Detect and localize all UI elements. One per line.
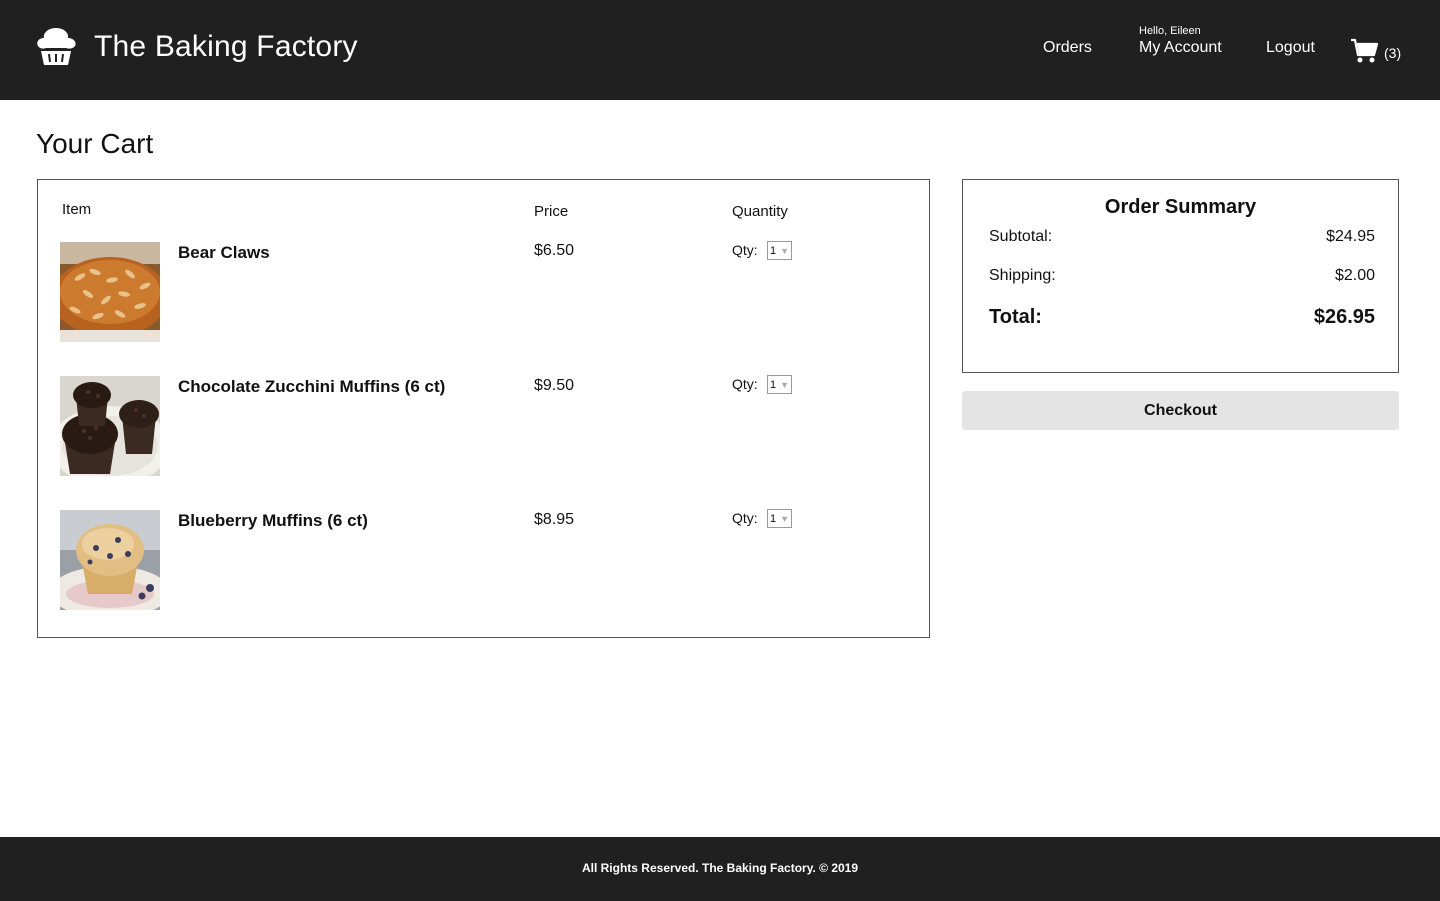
order-summary-title: Order Summary [1104,196,1257,218]
nav-my-account-link[interactable]: My Account [1139,39,1222,57]
cart-item-price: $9.50 [534,377,575,394]
qty-label: Qty: [732,510,758,526]
cart-item-row: Blueberry Muffins (6 ct) $8.95 Qty: 1 ▼ [60,509,920,610]
quantity-select[interactable]: 1 ▼ [767,241,792,260]
shipping-label: Shipping: [989,267,1056,284]
cart-item-name[interactable]: Blueberry Muffins (6 ct) [178,511,368,531]
checkout-button[interactable]: Checkout [962,391,1399,430]
brand-title[interactable]: The Baking Factory [94,30,358,64]
chevron-down-icon: ▼ [780,380,789,390]
quantity-value: 1 [770,512,777,525]
total-label: Total: [989,306,1042,328]
cart-item-row: Chocolate Zucchini Muffins (6 ct) $9.50 … [60,375,920,476]
site-footer: All Rights Reserved. The Baking Factory.… [0,837,1440,901]
shipping-value: $2.00 [1334,267,1375,284]
quantity-value: 1 [770,244,777,257]
cart-item-name[interactable]: Bear Claws [178,243,270,263]
cupcake-icon[interactable] [35,26,77,66]
cart-item-name[interactable]: Chocolate Zucchini Muffins (6 ct) [178,377,445,397]
total-value: $26.95 [1313,306,1375,328]
qty-label: Qty: [732,242,758,258]
cart-item-price: $6.50 [534,242,575,259]
cart-items-panel: Item Price Quantity Bear Claws $6.50 Qty… [37,179,930,638]
quantity-select[interactable]: 1 ▼ [767,375,792,394]
chevron-down-icon: ▼ [780,246,789,256]
cart-item-row: Bear Claws $6.50 Qty: 1 ▼ [60,241,920,342]
cart-count-badge: (3) [1384,44,1402,61]
blueberry-muffin-photo [60,510,160,610]
site-header: The Baking Factory Orders Hello, Eileen … [0,0,1440,100]
column-header-price: Price [534,203,569,220]
qty-label: Qty: [732,376,758,392]
quantity-value: 1 [770,378,777,391]
subtotal-value: $24.95 [1326,228,1375,245]
user-greeting: Hello, Eileen [1139,25,1201,37]
subtotal-label: Subtotal: [989,228,1053,245]
order-summary-panel: Order Summary Subtotal: $24.95 Shipping:… [962,179,1399,373]
column-header-quantity: Quantity [732,203,788,220]
page-title: Your Cart [36,128,154,159]
quantity-select[interactable]: 1 ▼ [767,509,792,528]
chevron-down-icon: ▼ [780,514,789,524]
column-header-item: Item [62,201,92,218]
header-cart-link[interactable]: (3) [1350,38,1401,64]
footer-copyright: All Rights Reserved. The Baking Factory.… [581,861,859,875]
bear-claws-photo [60,242,160,342]
nav-logout-link[interactable]: Logout [1266,39,1315,57]
cart-icon [1351,38,1378,63]
cart-item-price: $8.95 [534,511,575,528]
nav-orders-link[interactable]: Orders [1043,39,1092,57]
chocolate-muffins-photo [60,376,160,476]
